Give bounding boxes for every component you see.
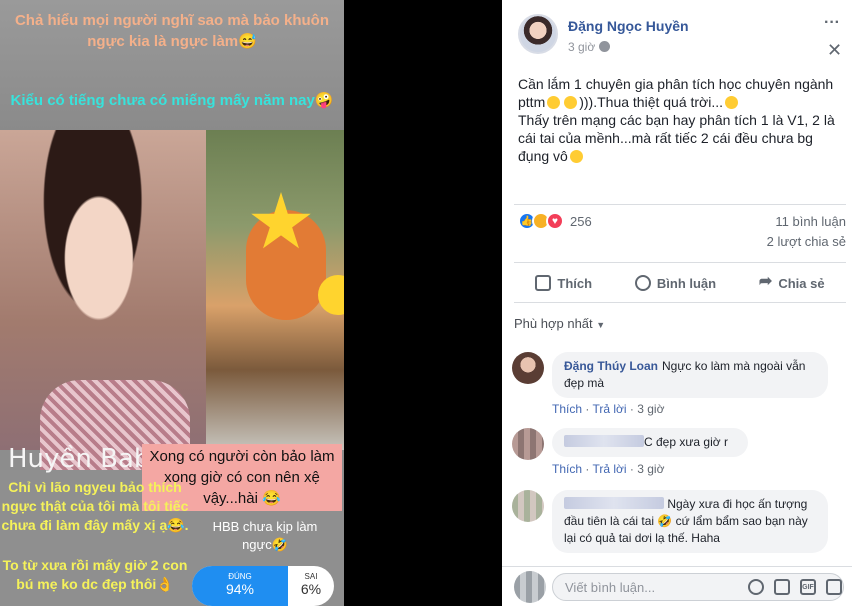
post-photo[interactable]: Chả hiểu mọi người nghĩ sao mà bảo khuôn…: [0, 0, 344, 606]
share-button[interactable]: ➦ Chia sẻ: [758, 273, 825, 291]
thumbs-up-icon: [535, 275, 552, 291]
poll-option-no: SAI 6%: [300, 572, 322, 597]
divider: [514, 204, 846, 205]
blurred-name: [564, 497, 664, 509]
smile-emoji-icon: [547, 96, 561, 109]
share-arrow-icon: ➦: [758, 273, 773, 290]
commenter-avatar[interactable]: [512, 352, 544, 384]
my-avatar: [514, 571, 546, 603]
blurred-name: [564, 435, 644, 447]
action-bar: Thích Bình luận ➦ Chia sẻ: [514, 266, 846, 300]
comment-like-link[interactable]: Thích: [552, 402, 582, 416]
author-avatar[interactable]: [518, 14, 558, 54]
more-options-icon[interactable]: ···: [824, 14, 840, 32]
comment-actions: Thích · Trả lời · 3 giờ: [552, 402, 665, 416]
composer-tools: GIF: [748, 579, 842, 595]
love-reaction-icon: ♥: [546, 212, 564, 230]
commenter-avatar[interactable]: [512, 428, 544, 460]
divider: [514, 262, 846, 263]
sticker-icon[interactable]: [826, 579, 842, 595]
camera-icon[interactable]: [774, 579, 790, 595]
gif-icon[interactable]: GIF: [800, 579, 816, 595]
comment-like-link[interactable]: Thích: [552, 462, 582, 476]
caption-mid: Kiểu có tiếng chưa có miếng mấy năm nay🤪: [10, 92, 334, 109]
poll-option-yes: ĐÚNG 94%: [192, 566, 288, 606]
comment-actions: Thích · Trả lời · 3 giờ: [552, 462, 665, 476]
post-text-line-2: Thấy trên mạng các bạn hay phân tích 1 l…: [518, 112, 835, 164]
close-icon[interactable]: ✕: [827, 40, 842, 61]
caret-down-icon: ▼: [596, 320, 606, 330]
shares-count[interactable]: 2 lượt chia sẻ: [767, 234, 846, 249]
photo-viewer: Chả hiểu mọi người nghĩ sao mà bảo khuôn…: [0, 0, 852, 606]
yellow-caption-2: To từ xưa rồi mấy giờ 2 con bú mẹ ko dc …: [2, 557, 188, 592]
laugh-emoji-icon: [725, 96, 739, 109]
comment-icon: [634, 275, 651, 291]
viewer-backdrop: [344, 0, 502, 606]
caption-top: Chả hiểu mọi người nghĩ sao mà bảo khuôn…: [14, 12, 330, 50]
comment-sort-dropdown[interactable]: Phù hợp nhất ▼: [514, 316, 605, 331]
post-time-text[interactable]: 3 giờ: [568, 40, 595, 54]
commenter-name[interactable]: Đặng Thúy Loan: [564, 359, 658, 373]
rofl-emoji-icon: [569, 150, 583, 163]
comment-bubble: Ngày xưa đi học ấn tượng đầu tiên là cái…: [552, 490, 828, 553]
post-text: Cần lắm 1 chuyên gia phân tích học chuyê…: [518, 75, 838, 165]
post-text-line-1b: ))).Thua thiệt quá trời...: [579, 94, 724, 110]
comment-button[interactable]: Bình luận: [634, 275, 716, 291]
reactions-summary[interactable]: 👍 ♥ 256: [518, 212, 592, 230]
comments-count[interactable]: 11 bình luận: [775, 214, 846, 229]
comment-bubble: C đẹp xưa giờ r: [552, 428, 748, 457]
post-time: 3 giờ: [568, 40, 611, 54]
comment-reply-link[interactable]: Trả lời: [592, 402, 626, 416]
author-name[interactable]: Đặng Ngọc Huyền: [568, 18, 689, 34]
post-panel: Đặng Ngọc Huyền 3 giờ ··· ✕ Cần lắm 1 ch…: [502, 0, 852, 606]
like-button[interactable]: Thích: [535, 275, 592, 291]
commenter-avatar[interactable]: [512, 490, 544, 522]
reaction-count: 256: [570, 213, 592, 229]
comment-time: 3 giờ: [637, 402, 665, 416]
comment-bubble: Đặng Thúy Loan Ngực ko làm mà ngoài vẫn đ…: [552, 352, 828, 398]
comment-time: 3 giờ: [637, 462, 665, 476]
comment-text: C đẹp xưa giờ r: [644, 435, 728, 449]
poll-widget: ĐÚNG 94% SAI 6%: [192, 566, 334, 606]
portrait-photo: [0, 130, 206, 470]
comment-composer: Viết bình luận... GIF: [502, 566, 852, 606]
yellow-caption-1: Chỉ vì lão ngyeu bảo thích ngực thật của…: [1, 479, 189, 533]
comment-reply-link[interactable]: Trả lời: [592, 462, 626, 476]
white-caption: HBB chưa kịp làm ngực🤣: [212, 519, 318, 552]
globe-icon: [599, 41, 611, 52]
divider: [514, 302, 846, 303]
emoji-picker-icon[interactable]: [748, 579, 764, 595]
grin-emoji-icon: [564, 96, 578, 109]
